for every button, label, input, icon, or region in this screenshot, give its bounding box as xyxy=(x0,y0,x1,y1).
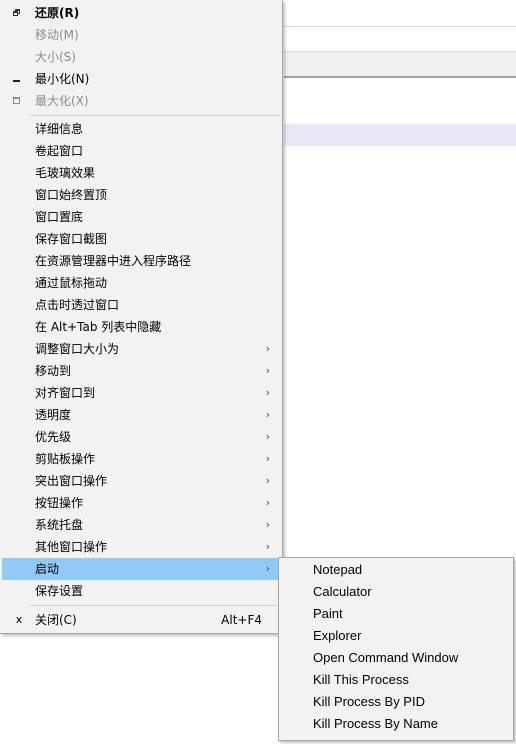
close-icon: x xyxy=(15,613,23,626)
menu-item-highlight-window[interactable]: 突出窗口操作 › xyxy=(2,470,280,492)
menu-item-move: 移动(M) xyxy=(2,24,280,46)
menu-item-send-to-bottom[interactable]: 窗口置底 xyxy=(2,206,280,228)
maximize-icon xyxy=(13,97,20,104)
menu-separator xyxy=(30,605,280,606)
menu-separator xyxy=(30,115,280,116)
submenu-item-label: Calculator xyxy=(313,584,372,599)
minimize-icon xyxy=(13,80,20,82)
menu-item-maximize: 最大化(X) xyxy=(2,90,280,112)
submenu-item-label: Open Command Window xyxy=(313,650,459,665)
submenu-item-paint[interactable]: Paint xyxy=(281,603,511,625)
submenu-item-label: Kill This Process xyxy=(313,672,409,687)
menu-item-details[interactable]: 详细信息 xyxy=(2,118,280,140)
menu-item-open-in-explorer[interactable]: 在资源管理器中进入程序路径 xyxy=(2,250,280,272)
menu-item-label: 突出窗口操作 xyxy=(35,474,108,488)
menu-item-label: 卷起窗口 xyxy=(35,144,84,158)
submenu-item-label: Kill Process By PID xyxy=(313,694,425,709)
chevron-right-icon: › xyxy=(265,452,270,465)
submenu-item-kill-this-process[interactable]: Kill This Process xyxy=(281,669,511,691)
menu-item-always-on-top[interactable]: 窗口始终置顶 xyxy=(2,184,280,206)
menu-item-label: 详细信息 xyxy=(35,122,84,136)
menu-item-label: 还原(R) xyxy=(35,6,80,20)
menu-item-label: 调整窗口大小为 xyxy=(35,342,120,356)
chevron-right-icon: › xyxy=(265,474,270,487)
chevron-right-icon: › xyxy=(265,496,270,509)
menu-item-shortcut: Alt+F4 xyxy=(221,613,262,627)
submenu-item-explorer[interactable]: Explorer xyxy=(281,625,511,647)
menu-item-size: 大小(S) xyxy=(2,46,280,68)
menu-item-transparency[interactable]: 透明度 › xyxy=(2,404,280,426)
chevron-right-icon: › xyxy=(265,386,270,399)
window-context-menu: 还原(R) 移动(M) 大小(S) 最小化(N) 最大化(X) 详细信息 卷起窗… xyxy=(0,0,283,634)
menu-item-label: 窗口始终置顶 xyxy=(35,188,108,202)
menu-item-roll-up[interactable]: 卷起窗口 xyxy=(2,140,280,162)
submenu-item-label: Paint xyxy=(313,606,343,621)
menu-item-close[interactable]: x 关闭(C) Alt+F4 xyxy=(2,609,280,631)
background-window-divider xyxy=(284,26,516,27)
menu-item-glass-effect[interactable]: 毛玻璃效果 xyxy=(2,162,280,184)
menu-item-label: 窗口置底 xyxy=(35,210,84,224)
menu-item-align-to[interactable]: 对齐窗口到 › xyxy=(2,382,280,404)
menu-item-resize-to[interactable]: 调整窗口大小为 › xyxy=(2,338,280,360)
menu-item-label: 系统托盘 xyxy=(35,518,84,532)
menu-item-label: 在资源管理器中进入程序路径 xyxy=(35,254,192,268)
menu-item-label: 通过鼠标拖动 xyxy=(35,276,108,290)
background-window-header xyxy=(284,51,516,78)
submenu-item-label: Explorer xyxy=(313,628,362,643)
menu-item-hide-alt-tab[interactable]: 在 Alt+Tab 列表中隐藏 xyxy=(2,316,280,338)
menu-item-label: 保存设置 xyxy=(35,584,84,598)
menu-item-minimize[interactable]: 最小化(N) xyxy=(2,68,280,90)
menu-item-label: 启动 xyxy=(35,562,60,576)
submenu-item-kill-process-by-name[interactable]: Kill Process By Name xyxy=(281,713,511,735)
chevron-right-icon: › xyxy=(265,364,270,377)
menu-item-label: 保存窗口截图 xyxy=(35,232,108,246)
menu-item-label: 关闭(C) xyxy=(35,613,77,627)
chevron-right-icon: › xyxy=(265,540,270,553)
menu-item-restore[interactable]: 还原(R) xyxy=(2,2,280,24)
submenu-item-open-command-window[interactable]: Open Command Window xyxy=(281,647,511,669)
menu-item-move-to[interactable]: 移动到 › xyxy=(2,360,280,382)
menu-item-other-window-actions[interactable]: 其他窗口操作 › xyxy=(2,536,280,558)
menu-item-system-tray[interactable]: 系统托盘 › xyxy=(2,514,280,536)
background-window-selected-row xyxy=(284,124,516,146)
menu-item-save-screenshot[interactable]: 保存窗口截图 xyxy=(2,228,280,250)
menu-item-button-actions[interactable]: 按钮操作 › xyxy=(2,492,280,514)
menu-item-drag-by-mouse[interactable]: 通过鼠标拖动 xyxy=(2,272,280,294)
submenu-item-notepad[interactable]: Notepad xyxy=(281,559,511,581)
chevron-right-icon: › xyxy=(265,562,270,575)
menu-item-label: 点击时透过窗口 xyxy=(35,298,120,312)
menu-item-label: 移动到 xyxy=(35,364,72,378)
menu-item-label: 优先级 xyxy=(35,430,72,444)
launch-submenu: Notepad Calculator Paint Explorer Open C… xyxy=(278,557,514,741)
menu-item-label: 最小化(N) xyxy=(35,72,90,86)
menu-item-label: 最大化(X) xyxy=(35,94,89,108)
submenu-item-calculator[interactable]: Calculator xyxy=(281,581,511,603)
menu-item-clipboard[interactable]: 剪贴板操作 › xyxy=(2,448,280,470)
menu-item-label: 其他窗口操作 xyxy=(35,540,108,554)
chevron-right-icon: › xyxy=(265,408,270,421)
submenu-item-label: Kill Process By Name xyxy=(313,716,438,731)
submenu-item-label: Notepad xyxy=(313,562,363,577)
menu-item-label: 移动(M) xyxy=(35,28,79,42)
menu-item-click-through[interactable]: 点击时透过窗口 xyxy=(2,294,280,316)
menu-item-priority[interactable]: 优先级 › xyxy=(2,426,280,448)
menu-item-save-settings[interactable]: 保存设置 xyxy=(2,580,280,602)
menu-item-label: 按钮操作 xyxy=(35,496,84,510)
submenu-item-kill-process-by-pid[interactable]: Kill Process By PID xyxy=(281,691,511,713)
chevron-right-icon: › xyxy=(265,430,270,443)
menu-item-label: 透明度 xyxy=(35,408,72,422)
menu-item-launch[interactable]: 启动 › xyxy=(2,558,280,580)
menu-item-label: 大小(S) xyxy=(35,50,76,64)
restore-icon xyxy=(13,9,20,16)
chevron-right-icon: › xyxy=(265,342,270,355)
chevron-right-icon: › xyxy=(265,518,270,531)
menu-item-label: 对齐窗口到 xyxy=(35,386,96,400)
menu-item-label: 剪贴板操作 xyxy=(35,452,96,466)
menu-item-label: 毛玻璃效果 xyxy=(35,166,96,180)
menu-item-label: 在 Alt+Tab 列表中隐藏 xyxy=(35,320,162,334)
